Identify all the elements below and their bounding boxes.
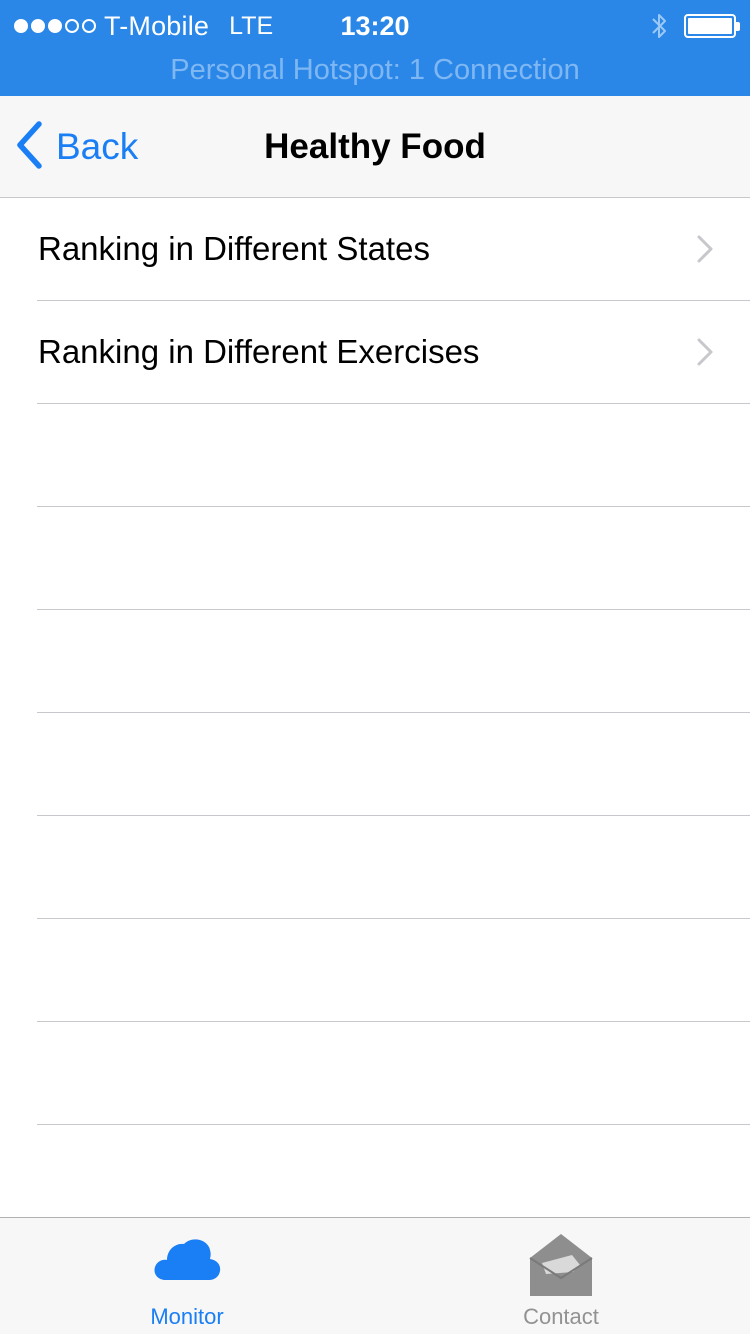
chevron-right-icon — [696, 234, 714, 269]
row-label: Ranking in Different States — [38, 230, 430, 267]
tab-label: Contact — [523, 1304, 599, 1329]
empty-table-row — [37, 404, 750, 507]
tab-label: Monitor — [150, 1304, 224, 1329]
tab-bar: Monitor Contact — [0, 1217, 750, 1334]
cloud-icon — [62, 1232, 312, 1284]
status-bar: T-Mobile LTE 13:20 Personal Hotspot: 1 C… — [0, 0, 750, 96]
page-title: Healthy Food — [264, 127, 486, 166]
hotspot-banner[interactable]: Personal Hotspot: 1 Connection — [0, 50, 750, 90]
table-row-exercises[interactable]: Ranking in Different Exercises — [37, 301, 750, 404]
row-label: Ranking in Different Exercises — [38, 333, 480, 370]
tab-contact[interactable]: Contact — [436, 1218, 686, 1334]
chevron-right-icon — [696, 337, 714, 372]
battery-fill — [688, 18, 732, 34]
app-screen: T-Mobile LTE 13:20 Personal Hotspot: 1 C… — [0, 0, 750, 1334]
bluetooth-icon — [650, 11, 668, 41]
status-time: 13:20 — [340, 11, 410, 41]
status-right — [650, 10, 740, 42]
empty-table-row — [37, 507, 750, 610]
table-row-states[interactable]: Ranking in Different States — [37, 198, 750, 301]
battery-icon — [684, 14, 740, 38]
empty-table-row — [37, 1022, 750, 1125]
menu-table: Ranking in Different States Ranking in D… — [0, 198, 750, 1125]
empty-table-row — [37, 919, 750, 1022]
tab-monitor[interactable]: Monitor — [62, 1218, 312, 1334]
empty-table-row — [37, 816, 750, 919]
navigation-bar: Back Healthy Food — [0, 96, 750, 198]
envelope-icon — [436, 1232, 686, 1298]
empty-table-row — [37, 713, 750, 816]
empty-table-row — [37, 610, 750, 713]
